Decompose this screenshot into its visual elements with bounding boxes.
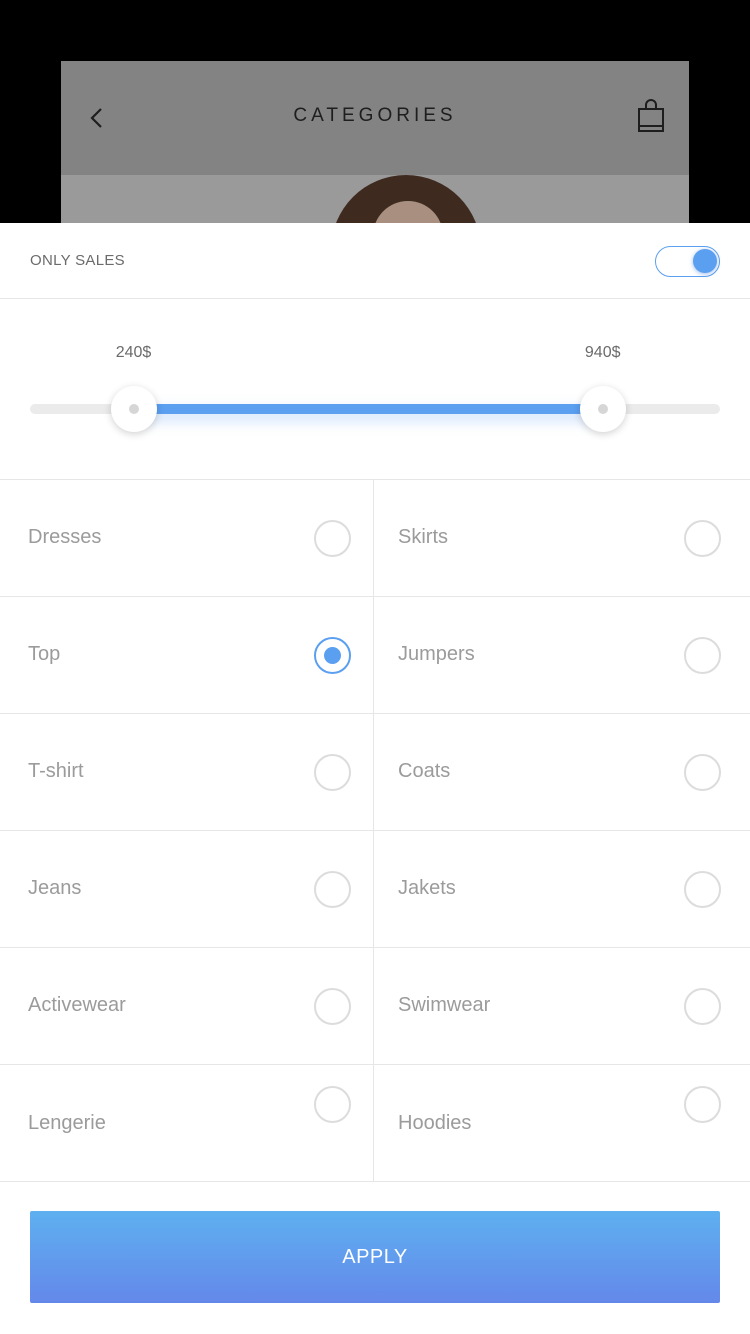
category-label: T-shirt (28, 760, 84, 782)
category-row: T-shirt Coats (0, 714, 750, 831)
category-row: Top Jumpers (0, 597, 750, 714)
category-row: Dresses Skirts (0, 480, 750, 597)
toggle-knob (693, 249, 717, 273)
category-option[interactable]: Jakets (375, 831, 750, 948)
category-radio[interactable] (314, 754, 351, 791)
shopping-bag-icon (638, 99, 664, 132)
category-option[interactable]: Lengerie (0, 1065, 374, 1182)
category-radio[interactable] (314, 1086, 351, 1123)
category-option[interactable]: Jumpers (375, 597, 750, 714)
category-label: Jeans (28, 877, 82, 899)
category-radio[interactable] (684, 520, 721, 557)
category-option[interactable]: Coats (375, 714, 750, 831)
category-label: Activewear (28, 994, 126, 1016)
category-option[interactable]: Skirts (375, 480, 750, 597)
category-radio[interactable] (684, 637, 721, 674)
price-slider-fill (133, 404, 603, 414)
category-radio[interactable] (684, 754, 721, 791)
category-radio[interactable] (684, 1086, 721, 1123)
price-min-label: 240$ (115, 344, 152, 361)
background-header: CATEGORIES (61, 61, 689, 175)
category-radio[interactable] (314, 871, 351, 908)
category-label: Dresses (28, 526, 102, 548)
category-label: Swimwear (398, 994, 491, 1016)
price-max-handle[interactable] (579, 386, 626, 432)
category-option[interactable]: Swimwear (375, 948, 750, 1065)
category-label: Jakets (398, 877, 456, 899)
category-row: Activewear Swimwear (0, 948, 750, 1065)
category-label: Coats (398, 760, 451, 782)
category-radio[interactable] (314, 520, 351, 557)
category-label: Hoodies (398, 1112, 472, 1134)
only-sales-label: ONLY SALES (30, 252, 125, 269)
category-option[interactable]: T-shirt (0, 714, 374, 831)
only-sales-row: ONLY SALES (0, 223, 750, 299)
category-label: Lengerie (28, 1112, 106, 1134)
category-label: Top (28, 643, 61, 665)
category-radio[interactable] (684, 988, 721, 1025)
category-label: Skirts (398, 526, 448, 548)
category-option[interactable]: Jeans (0, 831, 374, 948)
category-radio[interactable] (314, 988, 351, 1025)
category-option[interactable]: Activewear (0, 948, 374, 1065)
category-label: Jumpers (398, 643, 475, 665)
category-option[interactable]: Top (0, 597, 374, 714)
category-option[interactable]: Hoodies (375, 1065, 750, 1182)
price-min-handle[interactable] (110, 386, 157, 432)
price-range-section: 240$ 940$ (0, 300, 750, 480)
filter-sheet: ONLY SALES 240$ 940$ Dresses Skirts Top (0, 223, 750, 1334)
category-option[interactable]: Dresses (0, 480, 374, 597)
page-title: CATEGORIES (293, 105, 457, 126)
price-max-label: 940$ (584, 344, 621, 361)
category-radio[interactable] (684, 871, 721, 908)
category-row: Jeans Jakets (0, 831, 750, 948)
apply-button[interactable]: APPLY (30, 1211, 720, 1303)
category-row: Lengerie Hoodies (0, 1065, 750, 1182)
category-grid: Dresses Skirts Top Jumpers T-shirt Coats… (0, 480, 750, 1182)
only-sales-toggle[interactable] (655, 246, 720, 277)
category-radio[interactable] (314, 637, 351, 674)
